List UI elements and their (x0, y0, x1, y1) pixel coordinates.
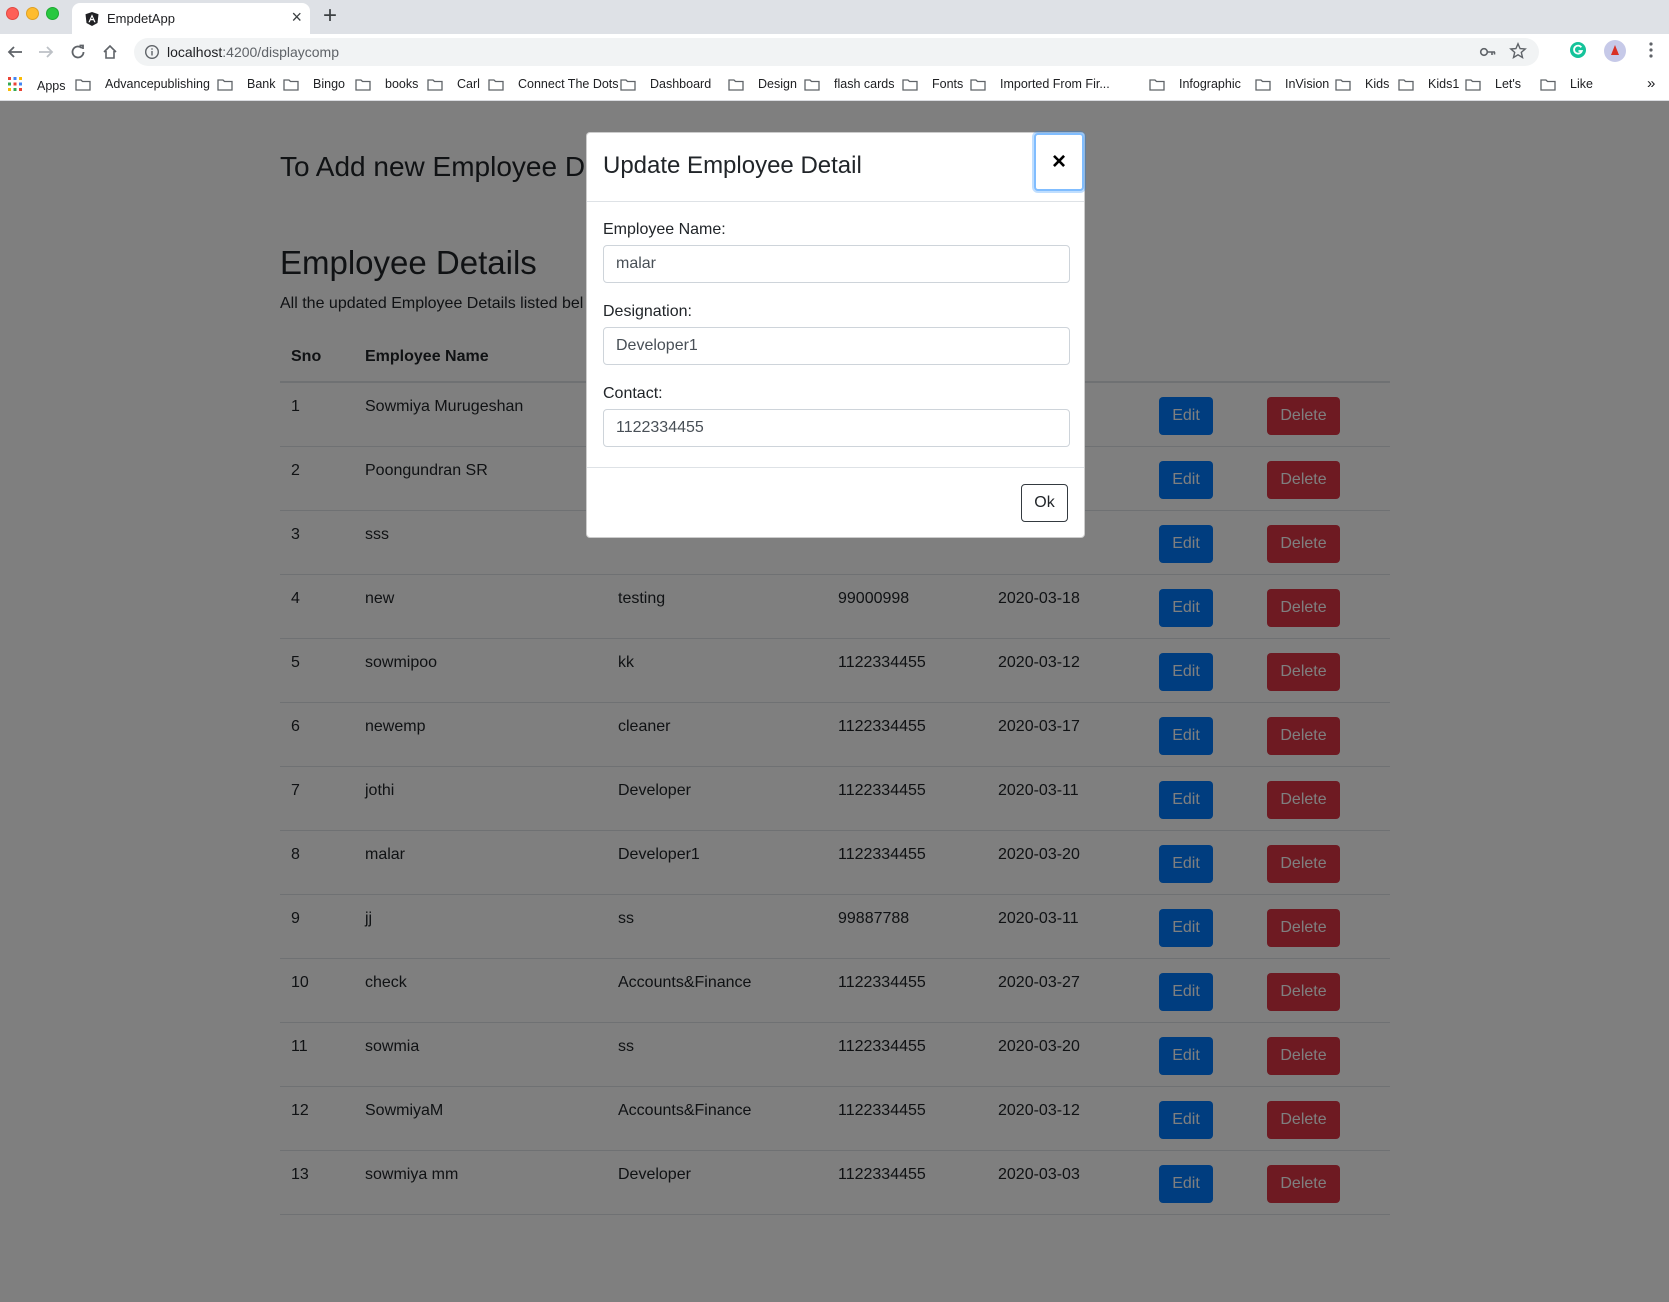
employee-name-label: Employee Name: (603, 221, 726, 238)
folder-icon (728, 78, 751, 91)
bookmark-folder[interactable]: Carl (427, 77, 480, 91)
home-icon[interactable] (99, 41, 121, 63)
bookmark-folder[interactable]: Like (1540, 77, 1593, 91)
folder-icon (283, 78, 306, 91)
bookmark-label: Kids1 (1428, 77, 1460, 91)
bookmark-label: Design (758, 77, 797, 91)
browser-toolbar: localhost:4200/displaycomp (0, 34, 1669, 70)
avatar[interactable] (1603, 39, 1627, 68)
browser-tab-bar: EmpdetApp × + (0, 0, 1669, 34)
window-close-button[interactable] (6, 7, 19, 20)
folder-icon (1540, 78, 1563, 91)
folder-icon (1255, 78, 1278, 91)
bookmark-label: books (385, 77, 419, 91)
modal-body: Employee Name: malar Designation: Develo… (603, 221, 1070, 471)
bookmark-apps[interactable]: Apps (8, 77, 66, 94)
contact-label: Contact: (603, 385, 663, 402)
bookmark-folder[interactable]: Kids (1335, 77, 1389, 91)
bookmark-label: flash cards (834, 77, 895, 91)
bookmark-folder[interactable]: books (355, 77, 418, 91)
modal-header: Update Employee Detail × (587, 133, 1084, 202)
new-tab-icon[interactable]: + (323, 2, 337, 30)
bookmark-label: Carl (457, 77, 480, 91)
contact-input[interactable]: 1122334455 (603, 409, 1070, 447)
modal-title: Update Employee Detail (603, 152, 862, 179)
bookmark-folder[interactable]: Bingo (283, 77, 345, 91)
forward-icon[interactable] (35, 41, 57, 63)
bookmark-folder[interactable]: Let's (1465, 77, 1521, 91)
window-zoom-button[interactable] (46, 7, 59, 20)
bookmark-folder[interactable]: Bank (217, 77, 276, 91)
site-info-icon[interactable] (144, 44, 160, 60)
angular-icon (84, 11, 100, 27)
folder-icon (1465, 78, 1488, 91)
bookmark-label: Advancepublishing (105, 77, 210, 91)
bookmark-label: Connect The Dots (518, 77, 619, 91)
bookmark-star-icon[interactable] (1509, 42, 1527, 65)
folder-icon (620, 78, 643, 91)
bookmark-label: Bingo (313, 77, 345, 91)
address-bar[interactable]: localhost:4200/displaycomp (134, 38, 1539, 66)
bookmark-folder[interactable]: InVision (1255, 77, 1329, 91)
folder-icon (970, 78, 993, 91)
tab-title: EmpdetApp (107, 11, 175, 26)
folder-icon (1398, 78, 1421, 91)
url-path: :4200/displaycomp (222, 44, 340, 60)
reload-icon[interactable] (67, 41, 89, 63)
modal-close-button[interactable]: × (1034, 133, 1084, 191)
bookmark-label: Dashboard (650, 77, 712, 91)
designation-input[interactable]: Developer1 (603, 327, 1070, 365)
folder-icon (1335, 78, 1358, 91)
folder-icon (488, 78, 511, 91)
bookmarks-overflow-icon[interactable]: » (1647, 75, 1655, 92)
url-text: localhost:4200/displaycomp (167, 44, 339, 60)
bookmark-label: Imported From Fir... (1000, 77, 1110, 91)
bookmark-folder[interactable]: flash cards (804, 77, 894, 91)
bookmark-folder[interactable]: Kids1 (1398, 77, 1459, 91)
folder-icon (902, 78, 925, 91)
bookmark-label: Like (1570, 77, 1593, 91)
bookmark-label: Let's (1495, 77, 1522, 91)
bookmarks-bar: Apps Advancepublishing Bank Bingo books Carl… (0, 70, 1669, 101)
bookmark-folder[interactable]: Design (728, 77, 797, 91)
bookmark-label: Kids (1365, 77, 1390, 91)
bookmark-folder[interactable]: Infographic (1149, 77, 1241, 91)
folder-icon (427, 78, 450, 91)
grammarly-extension-icon[interactable] (1569, 41, 1587, 64)
url-host: localhost (167, 44, 223, 60)
browser-tab-active[interactable]: EmpdetApp × (72, 3, 310, 34)
tab-close-icon[interactable]: × (291, 8, 302, 26)
bookmark-label: Bank (247, 77, 276, 91)
bookmark-label: Apps (37, 78, 66, 93)
bookmark-folder[interactable]: Connect The Dots (488, 77, 619, 91)
bookmark-label: InVision (1285, 77, 1330, 91)
bookmark-label: Infographic (1179, 77, 1241, 91)
designation-label: Designation: (603, 303, 692, 320)
bookmark-label: Fonts (932, 77, 964, 91)
apps-grid-icon (8, 77, 29, 94)
key-icon[interactable] (1479, 43, 1497, 66)
back-icon[interactable] (4, 41, 26, 63)
bookmark-folder[interactable]: Dashboard (620, 77, 711, 91)
folder-icon (75, 78, 98, 91)
bookmark-folder[interactable]: Imported From Fir... (970, 77, 1110, 91)
employee-name-input[interactable]: malar (603, 245, 1070, 283)
update-employee-modal: Update Employee Detail × Employee Name: … (586, 132, 1085, 538)
folder-icon (804, 78, 827, 91)
browser-menu-icon[interactable] (1648, 41, 1654, 64)
modal-footer: Ok (587, 467, 1084, 538)
bookmark-folder[interactable]: Advancepublishing (75, 77, 210, 91)
window-minimize-button[interactable] (26, 7, 39, 20)
ok-button[interactable]: Ok (1021, 484, 1068, 522)
folder-icon (355, 78, 378, 91)
folder-icon (1149, 78, 1172, 91)
folder-icon (217, 78, 240, 91)
bookmark-folder[interactable]: Fonts (902, 77, 963, 91)
